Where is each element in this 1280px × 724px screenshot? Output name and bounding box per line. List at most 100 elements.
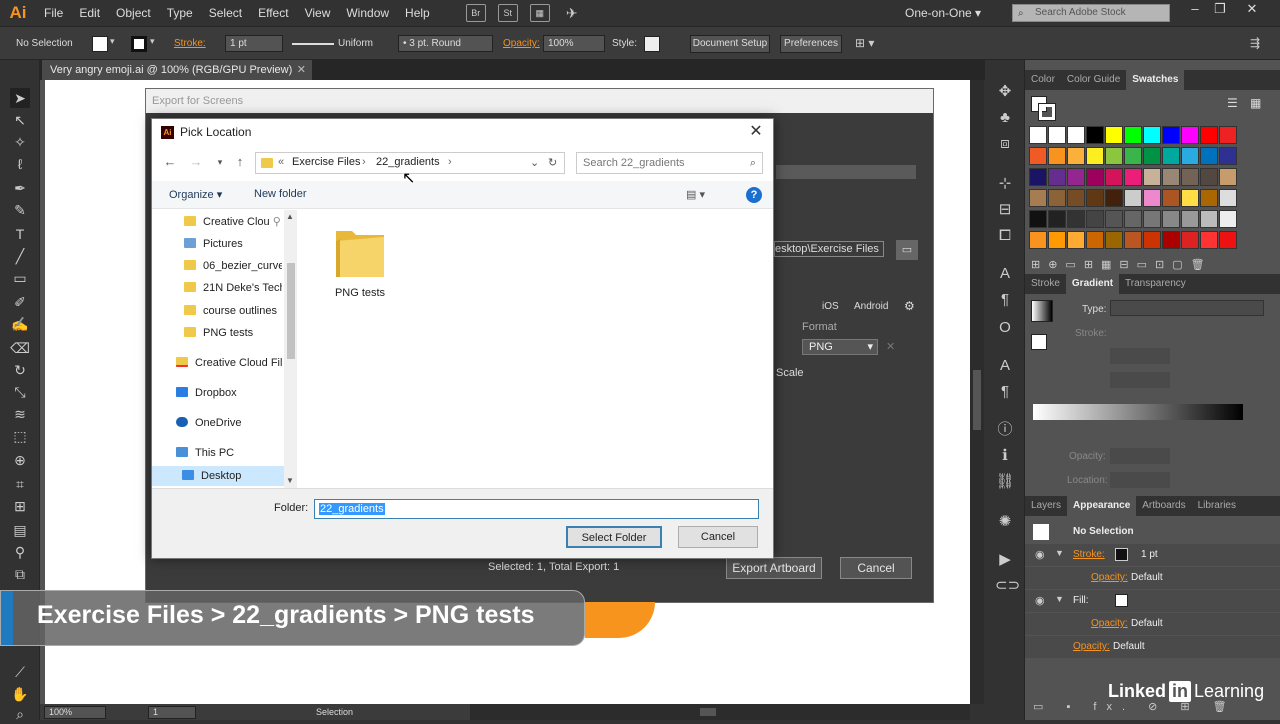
color-swatch[interactable] [1219, 147, 1237, 165]
color-swatch[interactable] [1105, 147, 1123, 165]
brushes-icon[interactable]: ✺ [995, 512, 1015, 532]
align-icon[interactable]: ⊞ ▾ [855, 36, 874, 50]
cancel-button[interactable]: Cancel [678, 526, 758, 548]
actions-icon[interactable]: ▶ [995, 550, 1015, 570]
menu-help[interactable]: Help [397, 0, 438, 26]
width-tool-icon[interactable]: ≋ [10, 404, 30, 424]
paragraph-icon[interactable]: ¶ [995, 290, 1015, 310]
info-icon[interactable]: ⓘ [995, 420, 1015, 440]
color-swatch[interactable] [1219, 210, 1237, 228]
color-swatch[interactable] [1067, 231, 1085, 249]
color-swatch[interactable] [1048, 231, 1066, 249]
back-arrow-icon[interactable]: ← [162, 153, 178, 171]
refresh-icon[interactable]: ↻ [548, 156, 557, 169]
color-swatch[interactable] [1067, 126, 1085, 144]
up-arrow-icon[interactable]: ↑ [232, 153, 248, 171]
color-swatch[interactable] [1105, 231, 1123, 249]
stroke-profile-label[interactable]: Uniform [338, 38, 373, 49]
nav-item-pictures[interactable]: Pictures [184, 234, 282, 254]
help-icon[interactable]: ? [746, 187, 762, 203]
menu-object[interactable]: Object [108, 0, 159, 26]
nav-item-dropbox[interactable]: Dropbox [176, 383, 284, 403]
tab-color[interactable]: Color [1025, 70, 1061, 90]
color-swatch[interactable] [1105, 126, 1123, 144]
stroke-indicator[interactable] [1038, 103, 1056, 121]
workspace-switcher[interactable]: One-on-One ▾ [905, 0, 981, 26]
recent-locations-icon[interactable]: ▾ [212, 153, 228, 171]
color-swatch[interactable] [1029, 168, 1047, 186]
nav-item-png-tests[interactable]: PNG tests [184, 323, 282, 343]
close-icon[interactable]: ✕ [745, 120, 767, 144]
color-swatch[interactable] [1124, 147, 1142, 165]
color-swatch[interactable] [1200, 168, 1218, 186]
color-swatch[interactable] [1143, 231, 1161, 249]
pen-tool-icon[interactable]: ✒ [10, 178, 30, 198]
tab-appearance[interactable]: Appearance [1067, 496, 1137, 516]
color-swatch[interactable] [1143, 210, 1161, 228]
android-preset[interactable]: Android [854, 301, 888, 312]
links-panel-icon[interactable]: ⊂⊃ [995, 576, 1020, 596]
color-swatch[interactable] [1086, 210, 1104, 228]
visibility-eye-icon[interactable]: ◉ [1035, 548, 1045, 561]
expand-triangle-icon[interactable]: ▼ [1055, 548, 1064, 558]
menu-window[interactable]: Window [338, 0, 397, 26]
stock-search-input[interactable]: ⌕ Search Adobe Stock [1012, 4, 1170, 22]
eyedropper-tool-icon[interactable]: ⚲ [10, 542, 30, 562]
view-options-icon[interactable]: ▤ ▾ [686, 188, 705, 201]
tab-transparency[interactable]: Transparency [1119, 274, 1192, 294]
close-tab-icon[interactable]: ✕ [297, 60, 306, 80]
appearance-global-opacity-row[interactable]: Opacity: Default [1025, 636, 1280, 658]
color-swatch[interactable] [1086, 231, 1104, 249]
shaper-tool-icon[interactable]: ✍ [10, 314, 30, 334]
browse-folder-icon[interactable]: ▭ [896, 240, 918, 260]
appearance-stroke-opacity-row[interactable]: Opacity: Default [1025, 567, 1280, 589]
vertical-scrollbar[interactable] [970, 80, 984, 704]
tab-swatches[interactable]: Swatches [1126, 70, 1185, 90]
tab-gradient[interactable]: Gradient [1065, 274, 1120, 294]
search-input[interactable]: Search 22_gradients ⌕ [576, 152, 763, 174]
zoom-tool-icon[interactable]: ⌕ [10, 704, 30, 724]
address-dropdown-icon[interactable]: ⌄ [530, 156, 539, 169]
style-swatch[interactable] [644, 36, 660, 52]
folder-item-png-tests[interactable]: PNG tests [334, 225, 386, 299]
color-swatch[interactable] [1124, 210, 1142, 228]
appearance-fill-swatch[interactable] [1115, 594, 1128, 607]
curvature-tool-icon[interactable]: ✎ [10, 200, 30, 220]
appearance-fill-row[interactable]: ◉ ▼ Fill: [1025, 590, 1280, 612]
nav-item-06-bezier-curves[interactable]: 06_bezier_curves [184, 256, 282, 276]
opentype-icon[interactable]: O [995, 318, 1015, 338]
color-swatch[interactable] [1105, 189, 1123, 207]
perspective-grid-tool-icon[interactable]: ⌗ [10, 474, 30, 494]
color-swatch[interactable] [1162, 147, 1180, 165]
close-window-icon[interactable]: ✕ [1240, 0, 1264, 20]
puppet-warp-icon[interactable]: ✥ [995, 82, 1015, 102]
direct-selection-tool-icon[interactable]: ↖ [10, 110, 30, 130]
color-swatch[interactable] [1029, 210, 1047, 228]
image-trace-icon[interactable]: ⧈ [995, 134, 1015, 154]
menu-edit[interactable]: Edit [71, 0, 108, 26]
new-folder-button[interactable]: New folder [254, 188, 307, 200]
scale-tool-icon[interactable]: ⤡ [10, 382, 30, 402]
document-info-icon[interactable]: ℹ [995, 446, 1015, 466]
fill-visibility-eye-icon[interactable]: ◉ [1035, 594, 1045, 607]
color-swatch[interactable] [1162, 168, 1180, 186]
organize-menu[interactable]: Organize ▾ [169, 188, 222, 201]
nav-item-this-pc[interactable]: This PC [176, 443, 284, 463]
shape-builder-tool-icon[interactable]: ⊕ [10, 450, 30, 470]
color-swatch[interactable] [1124, 168, 1142, 186]
color-swatch[interactable] [1067, 147, 1085, 165]
pathfinder-icon[interactable]: ⧠ [995, 226, 1015, 246]
brush-definition-field[interactable]: • 3 pt. Round [398, 35, 493, 52]
tab-color-guide[interactable]: Color Guide [1061, 70, 1126, 90]
color-swatch[interactable] [1086, 126, 1104, 144]
color-swatch[interactable] [1086, 168, 1104, 186]
fill-swatch[interactable] [92, 36, 108, 52]
scroll-down-icon[interactable]: ▼ [286, 476, 294, 485]
color-swatch[interactable] [1048, 189, 1066, 207]
paragraph-styles-icon[interactable]: ¶ [995, 382, 1015, 402]
stroke-label[interactable]: Stroke: [174, 38, 206, 49]
opacity-label[interactable]: Opacity: [503, 38, 540, 49]
type-tool-icon[interactable]: T [10, 224, 30, 244]
free-transform-tool-icon[interactable]: ⬚ [10, 426, 30, 446]
color-swatch[interactable] [1048, 168, 1066, 186]
